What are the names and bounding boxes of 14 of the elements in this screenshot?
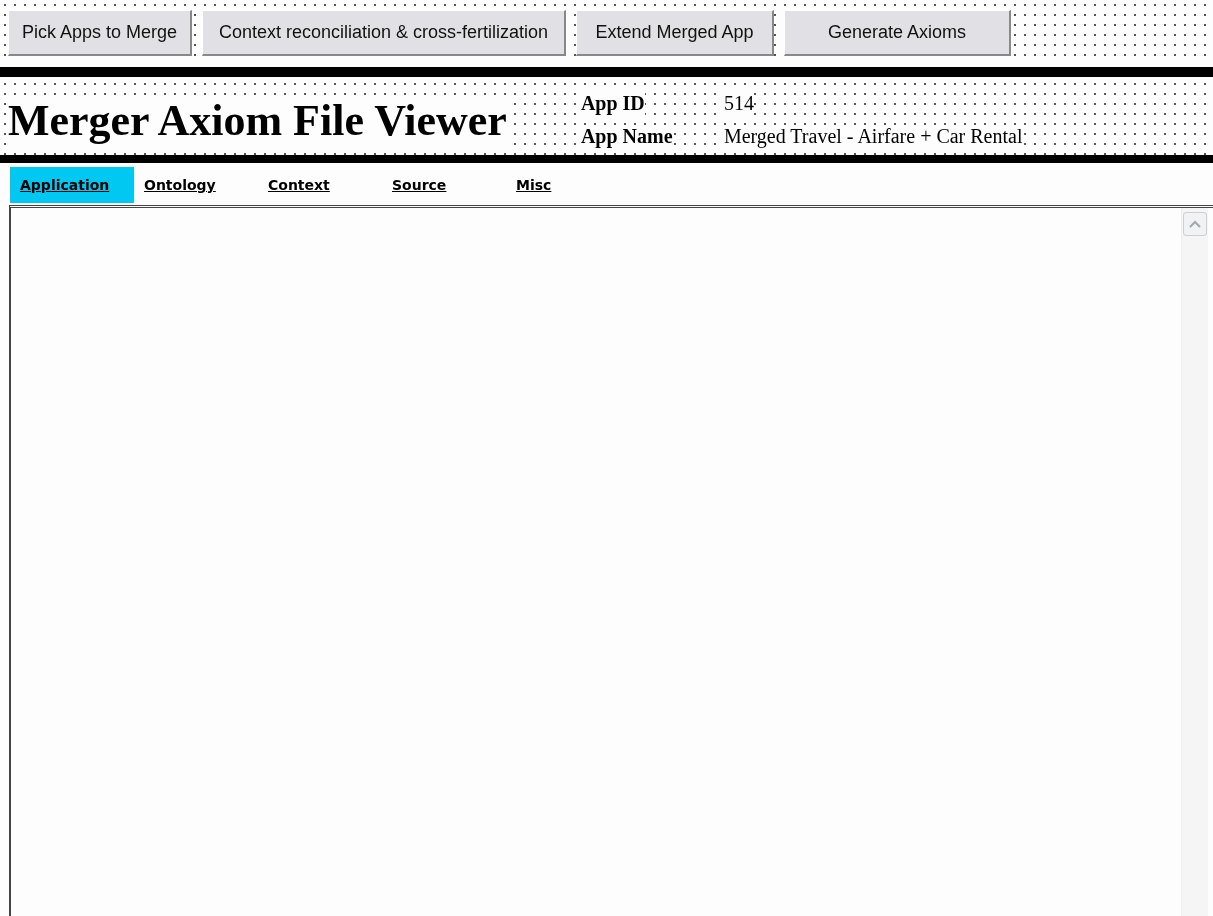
tab[interactable]: Misc	[506, 167, 630, 203]
scroll-bar[interactable]	[1181, 208, 1208, 916]
field-value: 514	[723, 92, 754, 115]
toolbar-button[interactable]: Extend Merged App	[576, 10, 774, 56]
toolbar-button[interactable]: Pick Apps to Merge	[8, 10, 192, 56]
field-label: App ID	[580, 92, 645, 115]
scroll-up-icon[interactable]	[1183, 212, 1207, 236]
tab[interactable]: Source	[382, 167, 506, 203]
toolbar-button[interactable]: Generate Axioms	[784, 10, 1011, 56]
tab[interactable]: Context	[258, 167, 382, 203]
tab[interactable]: Application	[10, 167, 134, 203]
tab[interactable]: Ontology	[134, 167, 258, 203]
toolbar-button[interactable]: Context reconciliation & cross-fertilization	[202, 10, 566, 56]
field-value: Merged Travel - Airfare + Car Rental	[723, 125, 1023, 148]
